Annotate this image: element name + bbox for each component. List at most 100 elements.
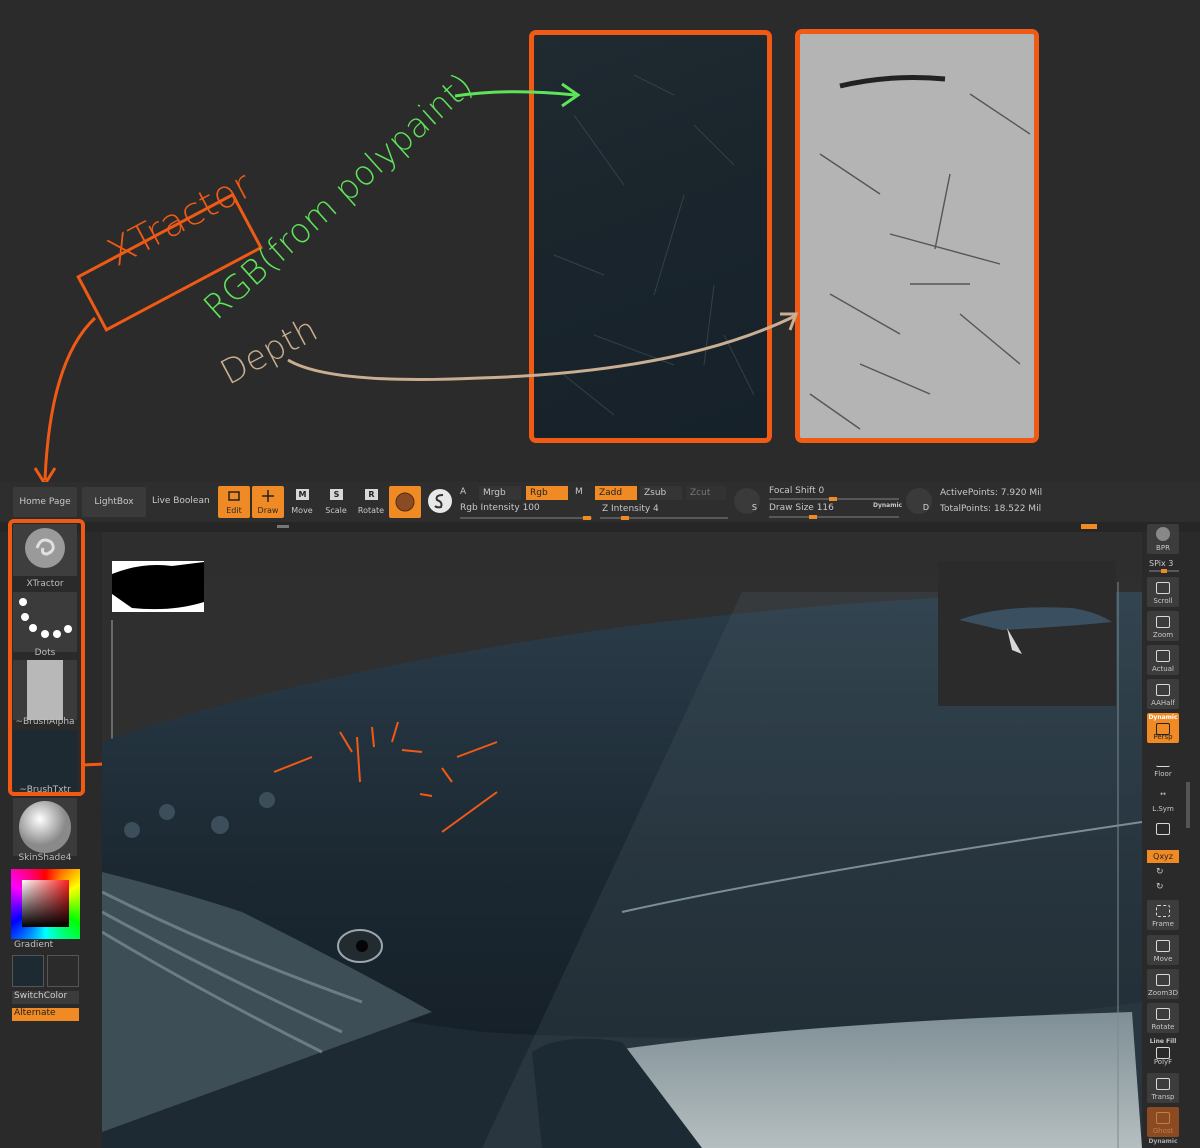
- draw-size-slider[interactable]: Draw Size 116: [769, 503, 834, 513]
- material-button[interactable]: [389, 486, 421, 518]
- s-key-label: S: [751, 503, 757, 512]
- aahalf-button[interactable]: AAHalf: [1147, 679, 1179, 709]
- rgb-intensity-knob[interactable]: [583, 516, 591, 520]
- scale-button[interactable]: S Scale: [320, 486, 352, 518]
- scroll-hand-icon: [1156, 582, 1170, 594]
- rgb-intensity-track[interactable]: [460, 517, 592, 519]
- frame-label: Frame: [1152, 920, 1174, 928]
- rotate-button[interactable]: R Rotate: [355, 486, 387, 518]
- move-button[interactable]: M Move: [286, 486, 318, 518]
- lsym-label: L.Sym: [1152, 805, 1174, 813]
- secondary-color-swatch[interactable]: [47, 955, 79, 987]
- lock-button[interactable]: [1147, 818, 1179, 848]
- material-label: SkinShade4: [18, 853, 72, 863]
- progress-strip: [0, 522, 1200, 532]
- live-boolean-button[interactable]: Live Boolean: [152, 496, 210, 506]
- scale-icon: S: [330, 489, 343, 500]
- lock-icon: [1156, 823, 1170, 835]
- draw-icon: [262, 490, 274, 502]
- move-label: Move: [291, 506, 313, 515]
- bpr-label: BPR: [1156, 544, 1170, 552]
- xyz-toggle[interactable]: Qxyz: [1147, 850, 1179, 863]
- lightbox-button[interactable]: LightBox: [82, 487, 146, 517]
- actual-icon: [1156, 650, 1170, 662]
- z-intensity-track[interactable]: [600, 517, 728, 519]
- sculptris-s-button[interactable]: S: [734, 488, 760, 514]
- persp-label: Persp: [1153, 733, 1173, 741]
- dynamic-toggle[interactable]: Dynamic: [873, 502, 902, 509]
- spix-knob[interactable]: [1161, 569, 1167, 573]
- switchcolor-button[interactable]: SwitchColor: [12, 991, 79, 1004]
- zoom-button[interactable]: Zoom: [1147, 611, 1179, 641]
- move-view-label: Move: [1153, 955, 1173, 963]
- draw-label: Draw: [257, 506, 279, 515]
- z-intensity-knob[interactable]: [621, 516, 629, 520]
- zoom3d-button[interactable]: Zoom3D: [1147, 969, 1179, 999]
- actual-button[interactable]: Actual: [1147, 645, 1179, 675]
- rotate-view-button[interactable]: Rotate: [1147, 1003, 1179, 1033]
- focal-shift-slider[interactable]: Focal Shift 0: [769, 486, 824, 496]
- z-intensity-slider[interactable]: Z Intensity 4: [602, 504, 659, 514]
- draw-size-track[interactable]: [769, 516, 899, 518]
- frame-button[interactable]: Frame: [1147, 900, 1179, 930]
- move-hand-icon: [1156, 940, 1170, 952]
- strip-marker-grey: [277, 525, 289, 528]
- move-icon: M: [296, 489, 309, 500]
- m-toggle[interactable]: M: [575, 487, 583, 497]
- transp-button[interactable]: Transp: [1147, 1073, 1179, 1103]
- zcut-toggle[interactable]: Zcut: [686, 486, 726, 500]
- rotate-view-icon: [1156, 1008, 1170, 1020]
- rotate-view-label: Rotate: [1151, 1023, 1175, 1031]
- rotate-label: Rotate: [357, 506, 385, 515]
- material-sphere-icon: [395, 492, 415, 512]
- material-tile[interactable]: [13, 798, 77, 856]
- edit-button[interactable]: Edit: [218, 486, 250, 518]
- home-page-button[interactable]: Home Page: [13, 487, 77, 517]
- saturation-square[interactable]: [22, 880, 69, 927]
- persp-dynamic-label: Dynamic: [1148, 714, 1178, 721]
- gradient-label[interactable]: Gradient: [14, 940, 53, 950]
- focal-shift-knob[interactable]: [829, 497, 837, 501]
- floor-button[interactable]: Floor: [1147, 750, 1179, 780]
- main-color-swatch[interactable]: [12, 955, 44, 987]
- rotate-icon: R: [365, 489, 378, 500]
- rotate-z-icon[interactable]: ↻: [1156, 882, 1164, 892]
- alpha-a-label: A: [460, 487, 467, 497]
- rgb-toggle[interactable]: Rgb: [526, 486, 568, 500]
- spix-slider[interactable]: SPix 3: [1149, 559, 1173, 568]
- s-curve-icon: [434, 494, 444, 509]
- zoom3d-icon: [1156, 974, 1170, 986]
- draw-size-knob[interactable]: [809, 515, 817, 519]
- dynamesh-d-button[interactable]: D: [906, 488, 932, 514]
- document-viewport[interactable]: [102, 532, 1142, 1148]
- lsym-button[interactable]: ↔ L.Sym: [1147, 785, 1179, 815]
- polyf-button[interactable]: Line Fill PolyF: [1147, 1038, 1179, 1068]
- persp-button[interactable]: Dynamic Persp: [1147, 713, 1179, 743]
- zsub-toggle[interactable]: Zsub: [640, 486, 682, 500]
- whale-model[interactable]: [102, 532, 1142, 1148]
- edit-icon: [228, 491, 240, 501]
- total-points: TotalPoints: 18.522 Mil: [940, 504, 1042, 514]
- polyf-label: PolyF: [1153, 1058, 1173, 1066]
- alternate-button[interactable]: Alternate: [12, 1008, 79, 1021]
- right-scrollbar[interactable]: [1186, 782, 1190, 828]
- left-shelf: XTractor Dots ~BrushAlpha ~BrushTxtr Ski…: [0, 519, 102, 1148]
- floor-label: Floor: [1154, 770, 1172, 778]
- rgb-intensity-slider[interactable]: Rgb Intensity 100: [460, 503, 540, 513]
- rotate-y-icon[interactable]: ↻: [1156, 867, 1164, 877]
- zoom-icon: [1156, 616, 1170, 628]
- transp-label: Transp: [1151, 1093, 1175, 1101]
- ghost-button[interactable]: Ghost: [1147, 1107, 1179, 1137]
- scroll-button[interactable]: Scroll: [1147, 577, 1179, 607]
- draw-button[interactable]: Draw: [252, 486, 284, 518]
- xtractor-highlight-box: [8, 519, 85, 796]
- s-curve-button[interactable]: [428, 489, 452, 513]
- zadd-toggle[interactable]: Zadd: [595, 486, 637, 500]
- scroll-label: Scroll: [1153, 597, 1173, 605]
- annotation-area: XTractor RGB(from polypaint) Depth: [0, 0, 1200, 482]
- aahalf-icon: [1156, 684, 1170, 696]
- move-view-button[interactable]: Move: [1147, 935, 1179, 965]
- mrgb-toggle[interactable]: Mrgb: [479, 486, 521, 500]
- color-picker[interactable]: [11, 869, 80, 939]
- bpr-button[interactable]: BPR: [1147, 524, 1179, 554]
